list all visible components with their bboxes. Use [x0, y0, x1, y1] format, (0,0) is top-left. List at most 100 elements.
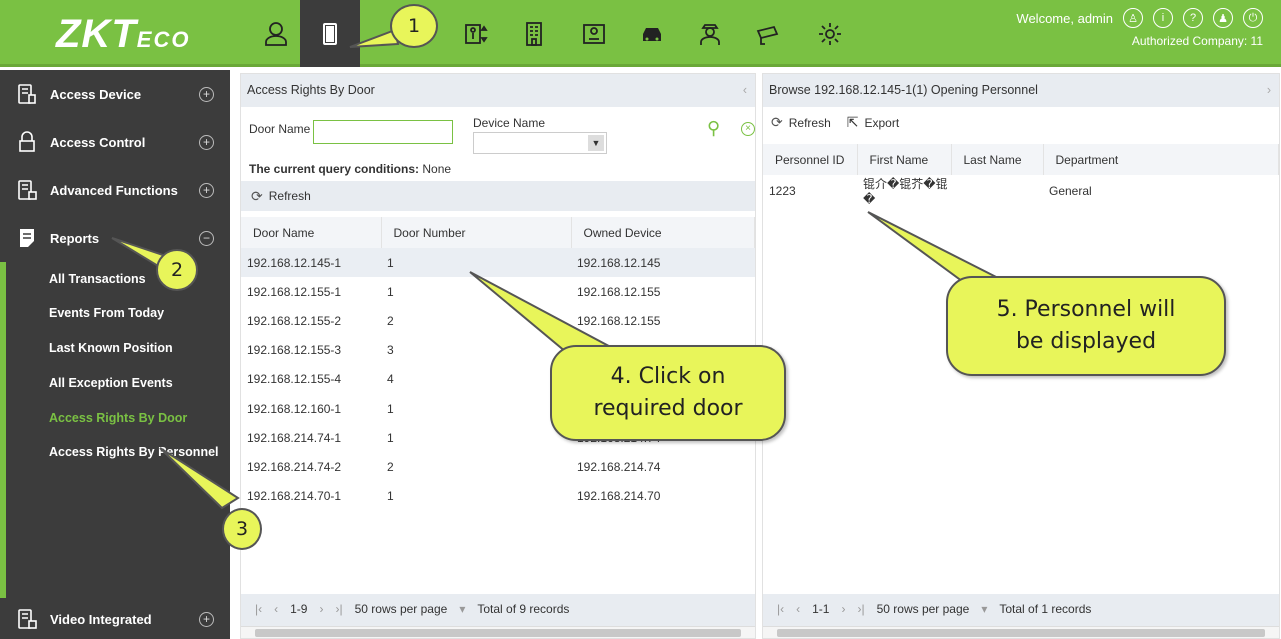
export-button[interactable]: Export — [865, 116, 900, 130]
column-header[interactable]: Door Number — [381, 217, 572, 248]
callout-4-line-2: required door — [593, 396, 743, 421]
table-row[interactable]: 192.168.12.155-2 2 192.168.12.155 — [241, 306, 755, 335]
sidebar-item-events-from-today[interactable]: Events From Today — [0, 296, 230, 330]
query-label: The current query conditions: — [249, 162, 420, 176]
settings-icon[interactable] — [800, 0, 860, 67]
horizontal-scrollbar[interactable] — [763, 626, 1279, 638]
table-row[interactable]: 192.168.12.145-1 1 192.168.12.145 — [241, 248, 755, 278]
info-icon[interactable]: i — [1153, 8, 1173, 28]
prev-page-icon[interactable]: ‹ — [796, 602, 800, 616]
elevator-icon[interactable] — [446, 0, 506, 67]
expand-icon[interactable]: + — [199, 611, 214, 627]
visitor-card-icon[interactable] — [564, 0, 624, 67]
door-icon[interactable] — [300, 0, 360, 67]
table-cell: 192.168.214.70 — [577, 489, 661, 504]
chevron-down-icon[interactable]: ▼ — [588, 135, 604, 151]
device-name-select[interactable]: ▼ — [473, 132, 607, 154]
power-icon[interactable]: ⏻ — [1243, 8, 1263, 28]
building-icon[interactable] — [504, 0, 564, 67]
chevron-left-icon[interactable]: ‹ — [743, 74, 747, 107]
welcome-text: Welcome, admin — [1016, 10, 1113, 26]
refresh-button[interactable]: Refresh — [789, 116, 831, 130]
panel-title: Browse 192.168.12.145-1(1) Opening Perso… — [763, 74, 1279, 107]
door-name-label: Door Name — [249, 122, 311, 136]
table-cell: 锟介�锟芥�锟� — [863, 177, 948, 206]
sidebar-group-reports[interactable]: Reports − — [0, 214, 230, 262]
next-page-icon[interactable]: › — [319, 602, 323, 616]
query-conditions: The current query conditions: None — [249, 162, 451, 176]
prev-page-icon[interactable]: ‹ — [274, 602, 278, 616]
table-cell: 2 — [387, 459, 394, 474]
company-text: Authorized Company: 11 — [1131, 34, 1263, 48]
table-cell: 3 — [387, 343, 394, 358]
top-bar: ZKTECO Welcome, admin ♙ i ? ♟ ⏻ Authoriz… — [0, 0, 1281, 67]
chevron-down-icon[interactable]: ▾ — [459, 602, 465, 616]
panel-title-text: Browse 192.168.12.145-1(1) Opening Perso… — [769, 83, 1038, 97]
search-icon[interactable]: ⚲ — [707, 118, 720, 139]
column-header[interactable]: Personnel ID — [763, 144, 858, 175]
chevron-down-icon[interactable]: ▾ — [981, 602, 987, 616]
chevron-right-icon[interactable]: › — [1267, 74, 1271, 107]
right-pager: |‹ ‹ 1-1 › ›| 50 rows per page ▾ Total o… — [763, 594, 1279, 638]
collapse-icon[interactable]: − — [199, 230, 214, 246]
door-name-filter: Door Name — [249, 122, 310, 136]
sidebar-group-video-integrated[interactable]: Video Integrated + — [0, 595, 230, 639]
sidebar-item-last-known-position[interactable]: Last Known Position — [0, 331, 230, 365]
personnel-table: Personnel ID First Name Last Name Depart… — [763, 144, 1279, 206]
logo: ZKTECO — [56, 12, 191, 56]
rows-per-page-select[interactable]: 50 rows per page — [355, 602, 448, 616]
clear-icon[interactable]: × — [741, 122, 755, 136]
expand-icon[interactable]: + — [199, 134, 214, 150]
sidebar: Access Device + Access Control + Advance… — [0, 70, 230, 639]
refresh-icon[interactable]: ⟳ — [771, 114, 783, 131]
sidebar-item-access-rights-by-personnel[interactable]: Access Rights By Personnel — [0, 435, 230, 469]
first-page-icon[interactable]: |‹ — [255, 602, 262, 616]
car-icon[interactable] — [622, 0, 682, 67]
next-page-icon[interactable]: › — [841, 602, 845, 616]
table-cell: 1 — [387, 401, 394, 416]
horizontal-scrollbar[interactable] — [241, 626, 755, 638]
refresh-button[interactable]: Refresh — [269, 189, 311, 203]
table-cell: General — [1049, 183, 1092, 198]
device-icon — [18, 84, 36, 104]
sidebar-group-advanced-functions[interactable]: Advanced Functions + — [0, 166, 230, 214]
table-cell: 1223 — [769, 183, 796, 198]
table-row[interactable]: 192.168.214.74-2 2 192.168.214.74 — [241, 452, 755, 481]
person-icon[interactable] — [246, 0, 306, 67]
device-name-label: Device Name — [473, 116, 546, 130]
page-range: 1-1 — [812, 602, 830, 616]
column-header[interactable]: Department — [1043, 144, 1279, 175]
table-row[interactable]: 192.168.12.155-1 1 192.168.12.155 — [241, 277, 755, 306]
sidebar-item-all-exception-events[interactable]: All Exception Events — [0, 366, 230, 400]
expand-icon[interactable]: + — [199, 86, 214, 102]
column-header[interactable]: Owned Device — [571, 217, 755, 248]
table-cell: 2 — [387, 313, 394, 328]
table-cell: 4 — [387, 372, 394, 387]
table-row[interactable]: 1223 锟介�锟芥�锟� General — [763, 175, 1279, 206]
sidebar-group-access-control[interactable]: Access Control + — [0, 118, 230, 166]
sidebar-group-access-device[interactable]: Access Device + — [0, 70, 230, 118]
export-icon[interactable]: ⇱ — [847, 114, 859, 131]
last-page-icon[interactable]: ›| — [335, 602, 342, 616]
sidebar-item-access-rights-by-door[interactable]: Access Rights By Door — [0, 401, 230, 435]
user-circle-icon[interactable]: ♙ — [1123, 8, 1143, 28]
refresh-icon[interactable]: ⟳ — [251, 188, 263, 205]
guard-icon[interactable] — [680, 0, 740, 67]
first-page-icon[interactable]: |‹ — [777, 602, 784, 616]
column-header[interactable]: First Name — [857, 144, 952, 175]
account-icon[interactable]: ♟ — [1213, 8, 1233, 28]
help-icon[interactable]: ? — [1183, 8, 1203, 28]
expand-icon[interactable]: + — [199, 182, 214, 198]
camera-icon[interactable] — [738, 0, 798, 67]
column-header[interactable]: Door Name — [241, 217, 382, 248]
table-row[interactable]: 192.168.214.70-1 1 192.168.214.70 — [241, 482, 755, 511]
last-page-icon[interactable]: ›| — [857, 602, 864, 616]
table-cell — [951, 175, 1043, 206]
column-header[interactable]: Last Name — [951, 144, 1044, 175]
callout-5-line-1: 5. Personnel will — [996, 297, 1176, 322]
right-toolbar: ⟳ Refresh ⇱ Export — [771, 114, 899, 131]
rows-per-page-select[interactable]: 50 rows per page — [877, 602, 970, 616]
door-name-input[interactable] — [313, 120, 453, 144]
table-header: Door Name Door Number Owned Device — [241, 217, 755, 248]
table-cell: 1 — [381, 248, 571, 278]
